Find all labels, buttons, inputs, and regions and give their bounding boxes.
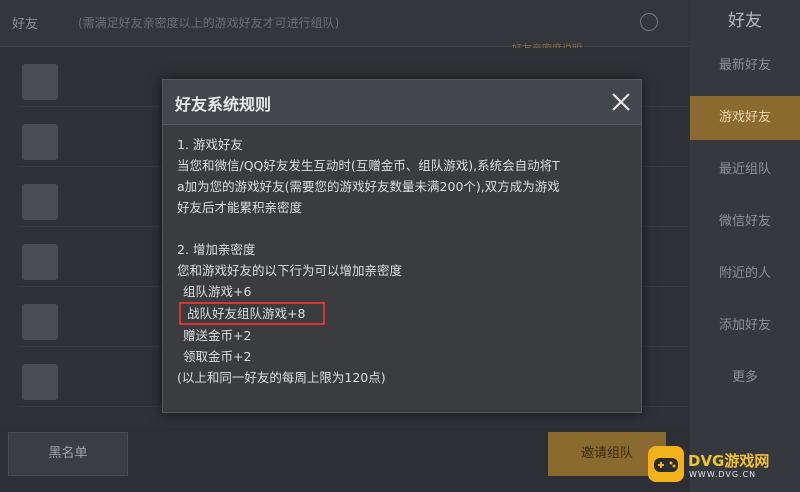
dialog-body: 1. 游戏好友 当您和微信/QQ好友发生互动时(互赠金币、组队游戏),系统会自动… [177, 134, 627, 388]
section1-title: 1. 游戏好友 [177, 137, 243, 152]
avatar [22, 364, 58, 400]
section1-line: 好友后才能累积亲密度 [177, 200, 303, 215]
watermark-brand: DVG游戏网 [688, 452, 770, 470]
section1-line: 当您和微信/QQ好友发生互动时(互赠金币、组队游戏),系统会自动将T [177, 158, 560, 173]
sidebar-item-latest[interactable]: 最新好友 [690, 44, 800, 88]
avatar [22, 64, 58, 100]
sidebar-header: 好友 [728, 11, 762, 31]
section2-intro: 您和游戏好友的以下行为可以增加亲密度 [177, 263, 403, 278]
rule-clan-team-game-highlighted: 战队好友组队游戏+8 [179, 302, 326, 325]
watermark-url: WWW.DVG.CN [689, 470, 757, 479]
rule-receive-coins: 领取金币+2 [183, 349, 252, 364]
sidebar-item-more[interactable]: 更多 [690, 356, 800, 400]
section1-line: a加为您的游戏好友(需要您的游戏好友数量未满200个),双方成为游戏 [177, 179, 560, 194]
help-icon[interactable] [640, 13, 658, 31]
avatar [22, 304, 58, 340]
section2-title: 2. 增加亲密度 [177, 242, 256, 257]
avatar [22, 124, 58, 160]
avatar [22, 244, 58, 280]
sidebar-item-add[interactable]: 添加好友 [690, 304, 800, 348]
sidebar-item-recent-team[interactable]: 最近组队 [690, 148, 800, 192]
rule-team-game: 组队游戏+6 [183, 284, 252, 299]
dialog-header: 好友系统规则 [163, 80, 641, 125]
sidebar-item-wechat[interactable]: 微信好友 [690, 200, 800, 244]
gamepad-logo-icon [648, 446, 684, 482]
watermark: DVG游戏网 WWW.DVG.CN [648, 446, 794, 482]
blacklist-button[interactable]: 黑名单 [8, 432, 128, 476]
sidebar-item-game-friends[interactable]: 游戏好友 [690, 96, 800, 140]
background-title: 好友 [12, 17, 39, 32]
avatar [22, 184, 58, 220]
weekly-limit-note: (以上和同一好友的每周上限为120点) [177, 370, 386, 385]
sidebar: 好友 最新好友 游戏好友 最近组队 微信好友 附近的人 添加好友 更多 [690, 0, 800, 492]
rules-dialog: 好友系统规则 1. 游戏好友 当您和微信/QQ好友发生互动时(互赠金币、组队游戏… [162, 79, 642, 413]
close-icon[interactable] [609, 90, 633, 114]
background-hint: (需满足好友亲密度以上的游戏好友才可进行组队) [78, 16, 340, 30]
background-top-bar: 好友 (需满足好友亲密度以上的游戏好友才可进行组队) [0, 0, 690, 47]
sidebar-item-nearby[interactable]: 附近的人 [690, 252, 800, 296]
rule-send-coins: 赠送金币+2 [183, 328, 252, 343]
dialog-title: 好友系统规则 [175, 95, 272, 114]
